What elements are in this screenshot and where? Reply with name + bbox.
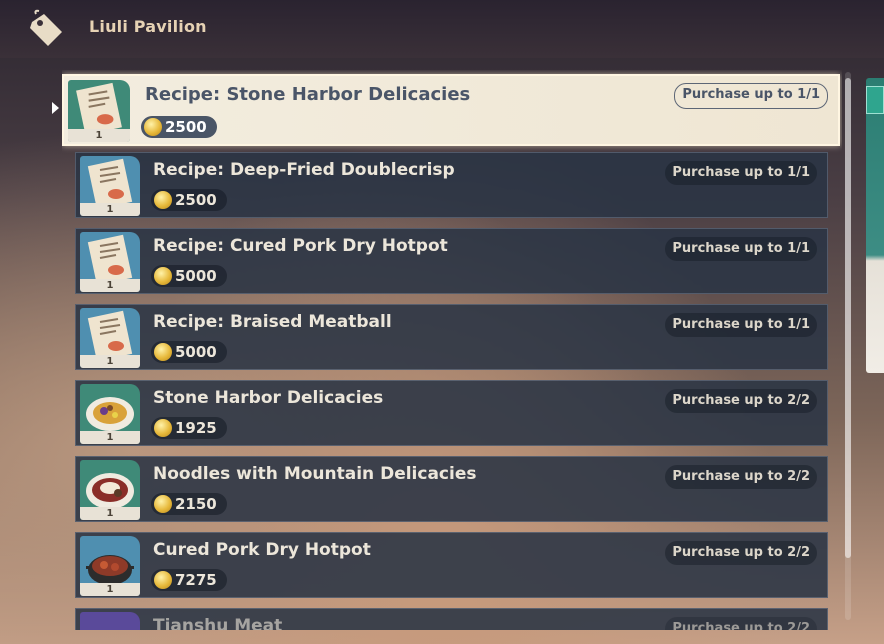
item-price: 5000 (151, 341, 227, 363)
item-price: 7275 (151, 569, 227, 591)
shop-item-row[interactable]: 1 Noodles with Mountain Delicacies 2150 … (75, 456, 828, 522)
item-price: 2500 (151, 189, 227, 211)
shop-item-row[interactable]: Tianshu Meat Purchase up to 2/2 (75, 608, 828, 630)
item-name: Recipe: Stone Harbor Delicacies (145, 84, 471, 105)
selection-marker-icon (52, 102, 59, 114)
item-count: 1 (80, 507, 140, 520)
purchase-limit-badge: Purchase up to 1/1 (665, 313, 817, 337)
shop-item-row[interactable]: 1 Cured Pork Dry Hotpot 7275 Purchase up… (75, 532, 828, 598)
purchase-limit-badge: Purchase up to 2/2 (665, 465, 817, 489)
shop-item-row[interactable]: 1 Stone Harbor Delicacies 1925 Purchase … (75, 380, 828, 446)
shop-item-row[interactable]: 1 Recipe: Deep-Fried Doublecrisp 2500 Pu… (75, 152, 828, 218)
mora-coin-icon (154, 343, 172, 361)
purchase-limit-badge: Purchase up to 1/1 (665, 237, 817, 261)
purchase-limit-badge: Purchase up to 1/1 (674, 83, 828, 109)
dish-bowl-icon: 1 (80, 460, 140, 520)
mora-coin-icon (154, 267, 172, 285)
item-count: 1 (80, 583, 140, 596)
mora-coin-icon (154, 419, 172, 437)
shop-header: Liuli Pavilion (0, 0, 884, 58)
item-name: Stone Harbor Delicacies (153, 388, 384, 408)
shop-item-list[interactable]: 1 Recipe: Stone Harbor Delicacies 2500 P… (62, 70, 842, 630)
dish-pot-icon: 1 (80, 536, 140, 596)
mora-coin-icon (144, 118, 162, 136)
shop-title: Liuli Pavilion (89, 17, 207, 36)
item-name: Cured Pork Dry Hotpot (153, 540, 371, 560)
mora-coin-icon (154, 191, 172, 209)
item-name: Recipe: Deep-Fried Doublecrisp (153, 160, 455, 180)
item-count: 1 (68, 129, 130, 142)
item-count: 1 (80, 279, 140, 292)
item-price: 2500 (141, 116, 217, 138)
item-price: 2150 (151, 493, 227, 515)
item-name: Recipe: Braised Meatball (153, 312, 392, 332)
scrollbar-thumb[interactable] (845, 78, 851, 558)
item-count: 1 (80, 431, 140, 444)
list-scrollbar[interactable] (845, 72, 851, 620)
mora-coin-icon (154, 495, 172, 513)
mora-coin-icon (154, 571, 172, 589)
purchase-limit-badge: Purchase up to 1/1 (665, 161, 817, 185)
price-tag-icon (30, 9, 62, 46)
dish-plate-icon: 1 (80, 384, 140, 444)
recipe-scroll-icon: 1 (80, 156, 140, 216)
recipe-scroll-icon: 1 (80, 232, 140, 292)
item-price: 1925 (151, 417, 227, 439)
purchase-limit-badge: Purchase up to 2/2 (665, 617, 817, 630)
shop-item-row[interactable]: 1 Recipe: Cured Pork Dry Hotpot 5000 Pur… (75, 228, 828, 294)
item-count: 1 (80, 355, 140, 368)
purchase-limit-badge: Purchase up to 2/2 (665, 541, 817, 565)
item-name: Recipe: Cured Pork Dry Hotpot (153, 236, 448, 256)
side-tab-icon[interactable] (866, 86, 884, 114)
shop-item-row[interactable]: 1 Recipe: Stone Harbor Delicacies 2500 P… (62, 74, 840, 146)
purchase-limit-badge: Purchase up to 2/2 (665, 389, 817, 413)
shop-item-row[interactable]: 1 Recipe: Braised Meatball 5000 Purchase… (75, 304, 828, 370)
item-price: 5000 (151, 265, 227, 287)
side-detail-panel (866, 78, 884, 373)
dish-icon (80, 612, 140, 630)
item-name: Tianshu Meat (153, 616, 283, 630)
recipe-scroll-icon: 1 (80, 308, 140, 368)
item-count: 1 (80, 203, 140, 216)
item-name: Noodles with Mountain Delicacies (153, 464, 477, 484)
recipe-scroll-icon: 1 (68, 80, 130, 142)
